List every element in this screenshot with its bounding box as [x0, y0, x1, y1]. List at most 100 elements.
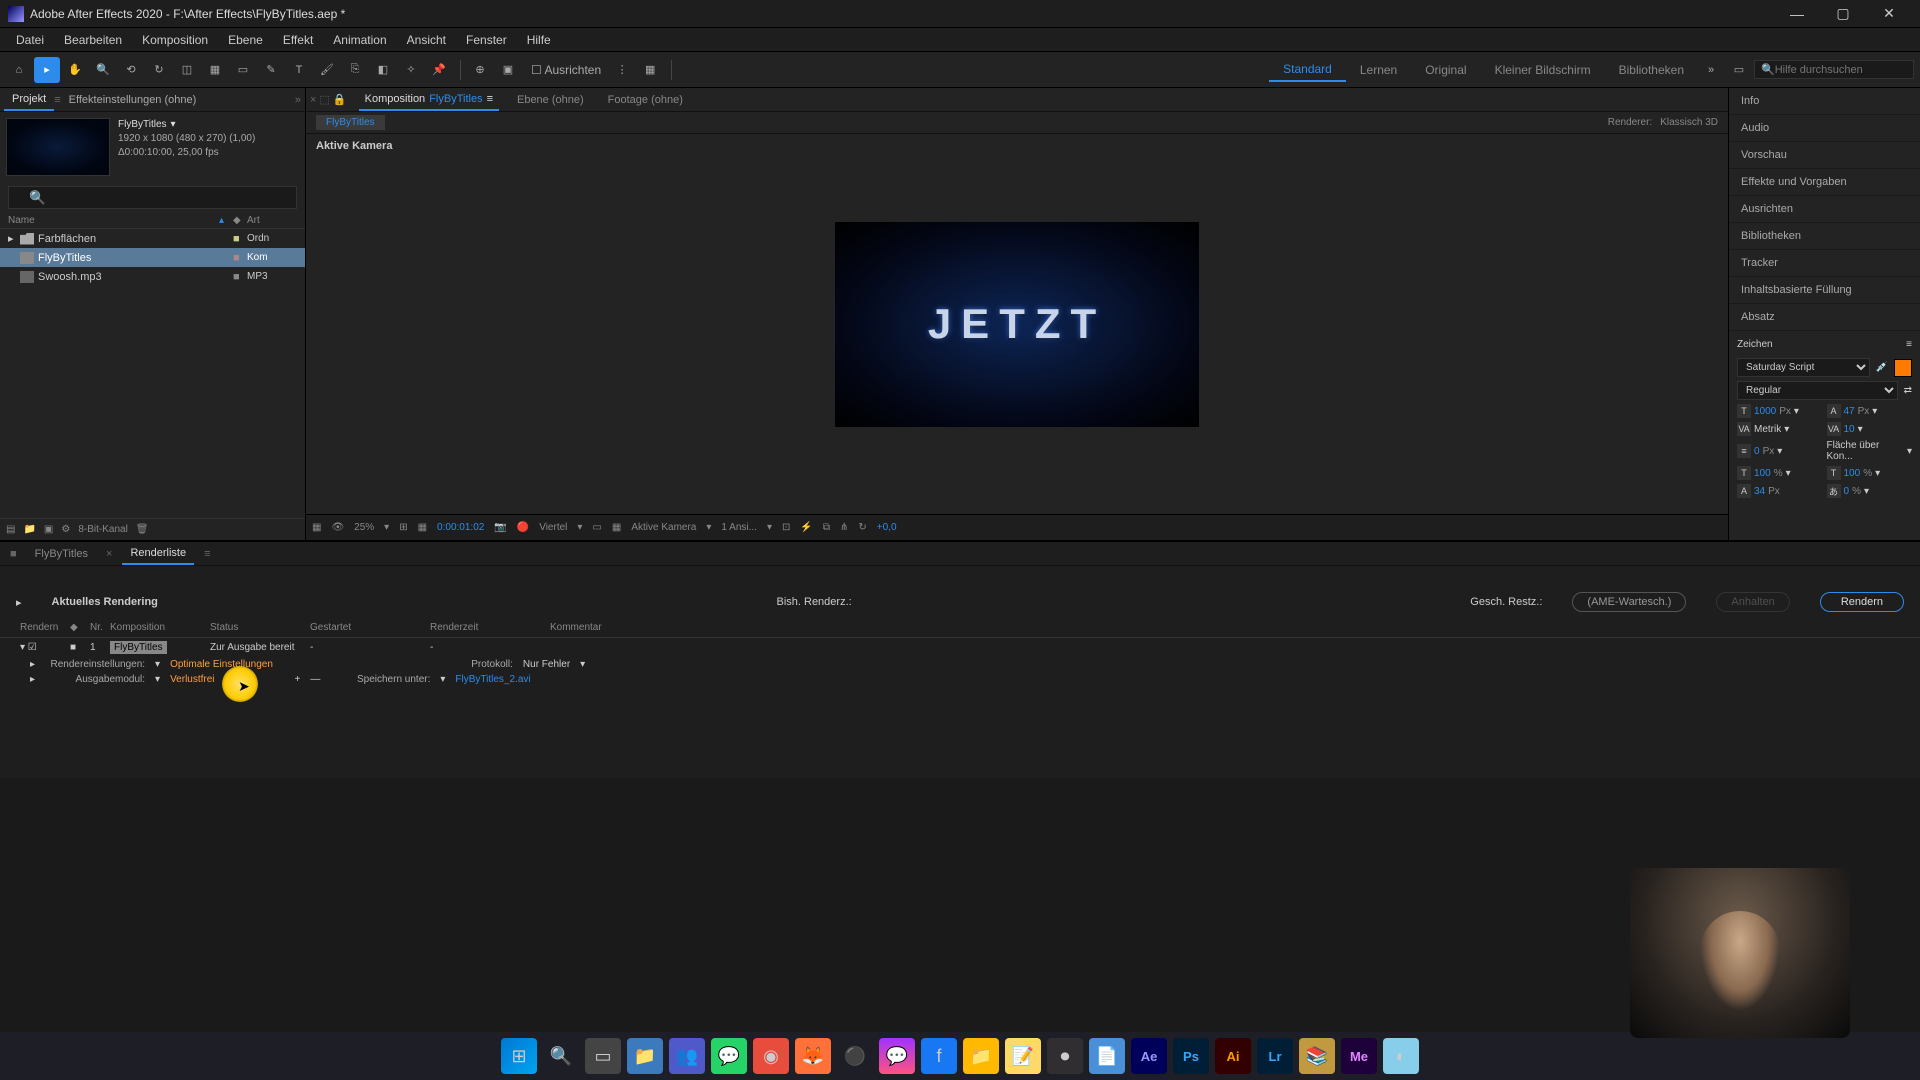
workspace-lernen[interactable]: Lernen — [1346, 59, 1411, 81]
snap-checkbox[interactable]: ☐ Ausrichten — [523, 59, 609, 81]
mask-icon[interactable]: ▣ — [495, 57, 521, 83]
taskbar-lr-icon[interactable]: Lr — [1257, 1038, 1293, 1074]
panel-effects[interactable]: Effekte und Vorgaben — [1729, 169, 1920, 196]
brush-tool[interactable]: 🖌 — [314, 57, 340, 83]
leading-value[interactable]: 47 — [1844, 406, 1855, 417]
anchor-icon[interactable]: ⊕ — [467, 57, 493, 83]
stroke-value[interactable]: 0 — [1754, 446, 1760, 457]
help-search-input[interactable] — [1775, 64, 1907, 76]
menu-ebene[interactable]: Ebene — [218, 30, 273, 50]
alpha-icon[interactable]: ▦ — [312, 522, 321, 533]
composition-viewer[interactable]: Aktive Kamera JETZT — [306, 134, 1728, 514]
zoom-dropdown[interactable]: 25% — [354, 522, 374, 533]
new-comp-icon[interactable]: ▣ — [44, 524, 53, 535]
panel-libraries[interactable]: Bibliotheken — [1729, 223, 1920, 250]
taskbar-whatsapp-icon[interactable]: 💬 — [711, 1038, 747, 1074]
taskbar-app3-icon[interactable]: ◐ — [1383, 1038, 1419, 1074]
workspace-libraries[interactable]: Bibliotheken — [1605, 59, 1698, 81]
taskbar-search-icon[interactable]: 🔍 — [543, 1038, 579, 1074]
project-item-folder[interactable]: ▸ Farbflächen ■ Ordn — [0, 229, 305, 248]
tracking-value[interactable]: 10 — [1844, 424, 1855, 435]
camera-tool[interactable]: ◫ — [174, 57, 200, 83]
panel-paragraph[interactable]: Absatz — [1729, 304, 1920, 331]
baseline-value[interactable]: 34 — [1754, 486, 1765, 497]
stop-button[interactable]: Anhalten — [1716, 592, 1789, 612]
grid-toggle-icon[interactable]: ▦ — [418, 522, 427, 533]
comp-breadcrumb[interactable]: FlyByTitles — [316, 115, 385, 130]
new-folder-icon[interactable]: 📁 — [23, 524, 35, 535]
pen-tool[interactable]: ✎ — [258, 57, 284, 83]
taskbar-ai-icon[interactable]: Ai — [1215, 1038, 1251, 1074]
start-button[interactable]: ⊞ — [501, 1038, 537, 1074]
timeline-icon[interactable]: ⧉ — [823, 522, 830, 533]
workspace-standard[interactable]: Standard — [1269, 58, 1346, 82]
close-button[interactable]: ✕ — [1866, 0, 1912, 28]
font-size-value[interactable]: 1000 — [1754, 406, 1776, 417]
transparency-icon[interactable]: ▦ — [612, 522, 621, 533]
character-menu-icon[interactable]: ≡ — [1906, 339, 1912, 350]
tab-composition[interactable]: Komposition FlyByTitles ≡ — [359, 89, 499, 111]
panel-tracker[interactable]: Tracker — [1729, 250, 1920, 277]
menu-fenster[interactable]: Fenster — [456, 30, 517, 50]
menu-hilfe[interactable]: Hilfe — [517, 30, 561, 50]
taskbar-firefox-icon[interactable]: 🦊 — [795, 1038, 831, 1074]
taskbar-explorer-icon[interactable]: 📁 — [627, 1038, 663, 1074]
tab-render-queue[interactable]: Renderliste — [122, 543, 194, 565]
fill-color-swatch[interactable] — [1894, 359, 1912, 377]
puppet-tool[interactable]: 📌 — [426, 57, 452, 83]
text-tool[interactable]: T — [286, 57, 312, 83]
panel-content-fill[interactable]: Inhaltsbasierte Füllung — [1729, 277, 1920, 304]
taskbar-notes-icon[interactable]: 📝 — [1005, 1038, 1041, 1074]
pan-behind-tool[interactable]: ▦ — [202, 57, 228, 83]
panel-align[interactable]: Ausrichten — [1729, 196, 1920, 223]
queue-row[interactable]: ▾ ☑ ■ 1 FlyByTitles Zur Ausgabe bereit -… — [0, 638, 1920, 657]
font-style-select[interactable]: Regular — [1737, 381, 1898, 400]
taskbar-teams-icon[interactable]: 👥 — [669, 1038, 705, 1074]
expand-icon[interactable]: ▸ — [16, 596, 22, 609]
timecode[interactable]: 0:00:01:02 — [437, 522, 484, 533]
trash-icon[interactable]: 🗑 — [136, 524, 149, 535]
channel-icon[interactable]: 🔴 — [517, 522, 529, 533]
taskbar-ps-icon[interactable]: Ps — [1173, 1038, 1209, 1074]
settings-icon[interactable]: ⚙ — [61, 524, 70, 535]
roto-tool[interactable]: ✧ — [398, 57, 424, 83]
clone-tool[interactable]: ⎘ — [342, 57, 368, 83]
vscale-value[interactable]: 100 — [1754, 468, 1771, 479]
project-search-input[interactable] — [8, 186, 297, 209]
menu-bearbeiten[interactable]: Bearbeiten — [54, 30, 132, 50]
menu-komposition[interactable]: Komposition — [132, 30, 218, 50]
workspace-original[interactable]: Original — [1411, 59, 1480, 81]
workspace-more-icon[interactable]: » — [1698, 57, 1724, 83]
snap-options-icon[interactable]: ⋮ — [609, 57, 635, 83]
menu-ansicht[interactable]: Ansicht — [397, 30, 456, 50]
interpret-icon[interactable]: ▤ — [6, 524, 15, 535]
taskbar-books-icon[interactable]: 📚 — [1299, 1038, 1335, 1074]
output-module-link[interactable]: Verlustfrei — [170, 674, 214, 685]
tab-timeline-comp[interactable]: FlyByTitles — [27, 544, 96, 564]
comp-name-label[interactable]: FlyByTitles ▾ — [118, 118, 255, 132]
eraser-tool[interactable]: ◧ — [370, 57, 396, 83]
panel-info[interactable]: Info — [1729, 88, 1920, 115]
kerning-value[interactable]: Metrik — [1754, 424, 1781, 435]
renderer-value[interactable]: Klassisch 3D — [1660, 117, 1718, 128]
zoom-tool[interactable]: 🔍 — [90, 57, 116, 83]
taskbar-facebook-icon[interactable]: f — [921, 1038, 957, 1074]
hscale-value[interactable]: 100 — [1844, 468, 1861, 479]
selection-tool[interactable]: ▸ — [34, 57, 60, 83]
minimize-button[interactable]: — — [1774, 0, 1820, 28]
rotate-tool[interactable]: ↻ — [146, 57, 172, 83]
panel-close-icon[interactable]: » — [295, 94, 301, 106]
menu-effekt[interactable]: Effekt — [273, 30, 323, 50]
taskbar-ae-icon[interactable]: Ae — [1131, 1038, 1167, 1074]
panel-preview[interactable]: Vorschau — [1729, 142, 1920, 169]
taskbar-obs-icon[interactable]: ⏺ — [1047, 1038, 1083, 1074]
taskbar-folder-icon[interactable]: 📁 — [963, 1038, 999, 1074]
stroke-type-select[interactable]: Fläche über Kon... — [1827, 440, 1904, 462]
region-icon[interactable]: ▭ — [592, 522, 601, 533]
home-tool[interactable]: ⌂ — [6, 57, 32, 83]
tab-effect-controls[interactable]: Effekteinstellungen (ohne) — [61, 90, 205, 110]
col-art-header[interactable]: Art — [247, 215, 297, 226]
stroke-swap-icon[interactable]: ⇄ — [1904, 385, 1912, 396]
flowchart-icon[interactable]: ⋔ — [840, 522, 848, 533]
taskbar-messenger-icon[interactable]: 💬 — [879, 1038, 915, 1074]
